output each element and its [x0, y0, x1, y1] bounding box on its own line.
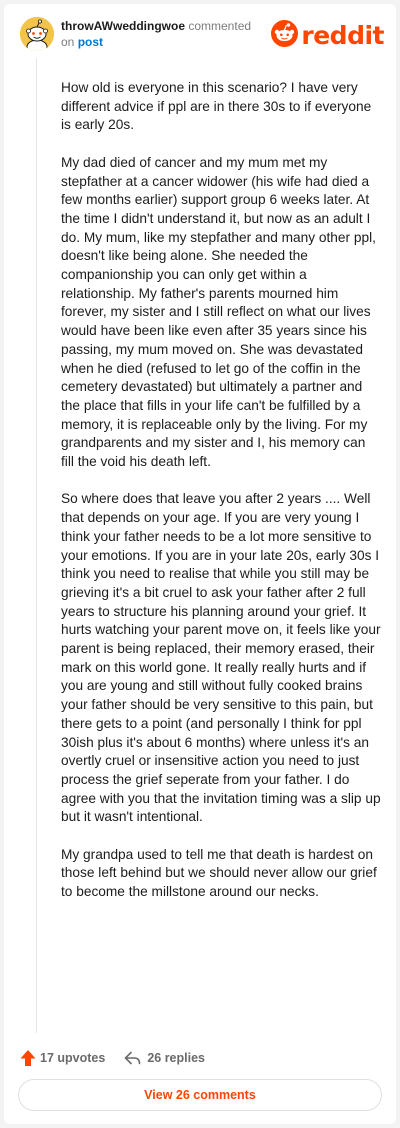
- comment-body: How old is everyone in this scenario? I …: [61, 79, 381, 921]
- post-link[interactable]: post: [78, 35, 103, 49]
- comment-paragraph: How old is everyone in this scenario? I …: [61, 80, 372, 133]
- upvote-button[interactable]: 17 upvotes: [20, 1049, 105, 1067]
- comment-meta: throwAWweddingwoe commented on post: [61, 18, 271, 50]
- comment-actions: 17 upvotes 26 replies: [20, 1048, 205, 1068]
- thread-line[interactable]: [36, 58, 37, 1033]
- replies-button[interactable]: 26 replies: [124, 1051, 205, 1065]
- upvote-count: 17 upvotes: [40, 1051, 106, 1065]
- reply-arrow-icon: [124, 1051, 141, 1065]
- comment-paragraph: My dad died of cancer and my mum met my …: [61, 154, 376, 470]
- reddit-wordmark: reddit: [301, 21, 384, 50]
- comment-card: throwAWweddingwoe commented on post redd…: [4, 4, 396, 1124]
- reddit-logo-icon: [271, 20, 299, 52]
- comment-paragraph: So where does that leave you after 2 yea…: [61, 491, 381, 825]
- snoo-avatar-icon[interactable]: [20, 17, 54, 51]
- comment-header: throwAWweddingwoe commented on post redd…: [20, 16, 384, 56]
- username-link[interactable]: throwAWweddingwoe: [61, 19, 185, 33]
- on-text: on: [61, 35, 75, 49]
- commented-text: commented: [188, 19, 252, 33]
- upvote-arrow-icon: [20, 1049, 36, 1067]
- reddit-logo[interactable]: reddit: [271, 20, 384, 52]
- comment-paragraph: My grandpa used to tell me that death is…: [61, 846, 377, 900]
- view-comments-button[interactable]: View 26 comments: [18, 1079, 382, 1111]
- replies-count: 26 replies: [147, 1051, 205, 1065]
